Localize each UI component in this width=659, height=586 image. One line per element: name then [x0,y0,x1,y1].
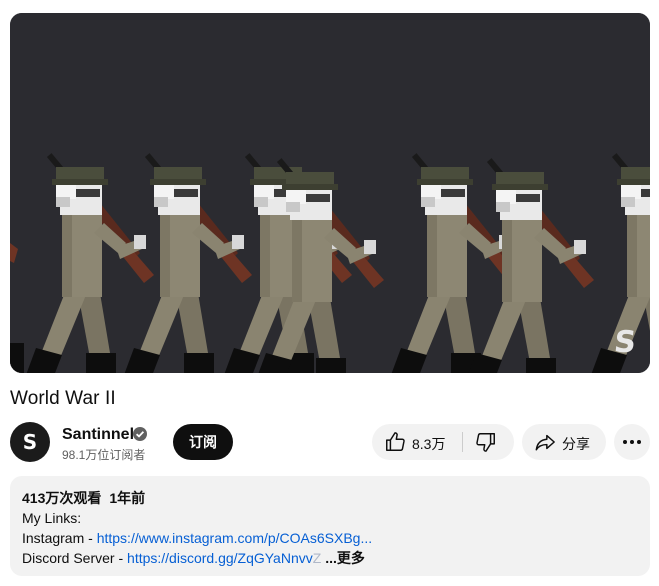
subscriber-count: 98.1万位订阅者 [62,448,146,462]
description-line: Instagram - https://www.instagram.com/p/… [22,528,638,548]
like-count: 8.3万 [412,436,446,452]
more-horizontal-icon [623,440,641,444]
verified-check-icon [133,427,147,441]
discord-link-fade: Z [312,550,322,566]
description-line: Discord Server - https://discord.gg/ZqGY… [22,548,638,568]
instagram-link[interactable]: https://www.instagram.com/p/COAs6SXBg... [97,530,372,546]
thumbs-down-icon [476,433,495,452]
like-dislike-group: 8.3万 [372,424,514,460]
discord-link-text: https://discord.gg/ZqGYaNnvv [127,550,313,566]
link-prefix: Discord Server - [22,550,128,566]
view-count: 413万次观看 [22,490,102,506]
description-box[interactable]: 413万次观看 1年前 My Links: Instagram - https:/… [10,476,650,576]
owner-row: S Santinnel 98.1万位订阅者 订阅 8.3万 分享 [10,422,650,464]
description-line: My Links: [22,510,82,526]
view-stats: 413万次观看 1年前 [22,488,638,508]
dislike-button[interactable] [463,424,514,460]
channel-watermark: S [612,325,638,360]
video-player[interactable]: S [10,13,650,373]
show-more-link[interactable]: ...更多 [325,550,365,566]
share-button[interactable]: 分享 [522,424,606,460]
share-label: 分享 [562,436,590,452]
video-title: World War II [10,388,116,409]
like-button[interactable]: 8.3万 [372,424,462,460]
video-frame [10,13,650,373]
upload-age: 1年前 [109,490,146,506]
channel-avatar[interactable]: S [10,422,50,462]
share-arrow-icon [535,434,555,451]
subscribe-button[interactable]: 订阅 [173,424,233,460]
link-prefix: Instagram - [22,530,97,546]
channel-name[interactable]: Santinnel [62,426,134,444]
discord-link[interactable]: https://discord.gg/ZqGYaNnvvZ [127,550,321,566]
more-actions-button[interactable] [614,424,650,460]
thumbs-up-icon [386,432,405,451]
